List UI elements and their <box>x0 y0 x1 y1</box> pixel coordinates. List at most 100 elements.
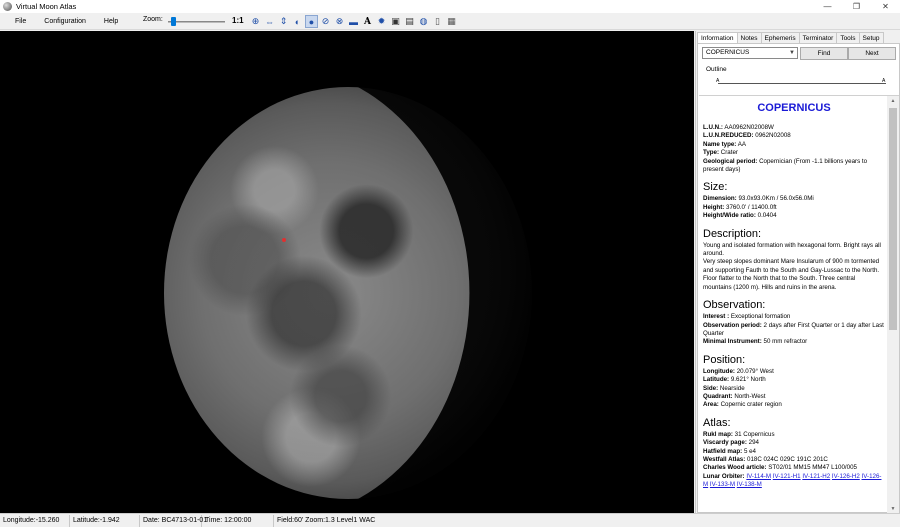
area-label: Area: <box>703 401 719 409</box>
scrollbar-thumb[interactable] <box>889 108 897 330</box>
side-value: Nearside <box>719 384 745 392</box>
name-type-value: AA <box>737 140 747 148</box>
grid-globe-icon[interactable]: ⊗ <box>333 15 346 28</box>
interest-label: Interest : <box>703 313 730 321</box>
tab-notes[interactable]: Notes <box>736 32 762 43</box>
position-heading: Position: <box>703 353 746 366</box>
calendar-icon[interactable]: ▤ <box>403 15 416 28</box>
moon-app-icon <box>3 2 12 11</box>
moon-icon[interactable]: ● <box>305 15 318 28</box>
lunar-orbiter-link[interactable]: IV-121-H1 <box>773 473 801 480</box>
latitude-label: Latitude: <box>703 376 730 384</box>
status-field-zoom: Field:60' Zoom:1.3 Level1 WAC <box>277 516 376 524</box>
window-title: Virtual Moon Atlas <box>16 2 77 11</box>
type-value: Crater <box>720 149 738 157</box>
zoom-reset-button[interactable]: 1:1 <box>232 16 244 25</box>
latitude-value: 9.621° North <box>730 376 766 384</box>
size-heading: Size: <box>703 181 728 194</box>
westfall-value: 018C 024C 029C 191C 201C <box>747 455 828 463</box>
image-icon[interactable]: ▦ <box>445 15 458 28</box>
observation-period-line: Observation period: 2 days after First Q… <box>703 322 885 339</box>
type-line: Type: Crater <box>703 149 885 157</box>
earth-icon[interactable]: ◍ <box>417 15 430 28</box>
info-scrollbar[interactable]: ▲ ▼ <box>887 96 899 513</box>
title-bar: Virtual Moon Atlas — ❐ ✕ <box>0 0 900 13</box>
menu-file[interactable]: File <box>10 18 31 25</box>
instrument-value: 50 mm refractor <box>763 338 808 346</box>
label-font-icon[interactable]: A <box>361 15 374 28</box>
moon-viewport[interactable] <box>0 31 694 513</box>
next-button[interactable]: Next <box>848 47 896 60</box>
side-line: Side: Nearside <box>703 385 885 393</box>
wood-line: Charles Wood article: ST02/01 MM15 MM47 … <box>703 464 885 472</box>
name-type-line: Name type: AA <box>703 141 885 149</box>
vertical-flip-icon[interactable]: ⇕ <box>277 15 290 28</box>
globe-phase-icon[interactable]: ◐ <box>291 15 304 28</box>
lun-value: AA0962N02008W <box>724 124 774 131</box>
longitude-label: Longitude: <box>703 367 735 375</box>
settings-gear-icon[interactable]: ✹ <box>375 15 388 28</box>
lunar-orbiter-link[interactable]: IV-126-H2 <box>832 473 860 480</box>
ratio-label: Height/Wide ratio: <box>703 212 756 220</box>
observation-heading: Observation: <box>703 299 766 312</box>
description-paragraph: Floor flatter to the North that to the S… <box>703 275 856 291</box>
viscardy-line: Viscardy page: 294 <box>703 439 885 447</box>
hatfield-line: Hatfield map: 5 e4 <box>703 448 885 456</box>
zoom-slider-thumb[interactable] <box>170 17 176 26</box>
lunar-orbiter-link[interactable]: IV-114-M <box>746 473 771 480</box>
longitude-value: 20.079° West <box>736 367 774 375</box>
height-label: Height: <box>703 203 725 211</box>
maximize-button[interactable]: ❐ <box>842 0 871 13</box>
hatfield-label: Hatfield map: <box>703 447 743 455</box>
close-button[interactable]: ✕ <box>871 0 900 13</box>
type-label: Type: <box>703 149 720 157</box>
westfall-label: Westfall Atlas: <box>703 455 746 463</box>
scroll-up-arrow-icon[interactable]: ▲ <box>887 96 899 106</box>
instrument-label: Minimal Instrument: <box>703 338 762 346</box>
tab-tools[interactable]: Tools <box>836 32 860 43</box>
info-text-area[interactable]: COPERNICUS L.U.N.: AA0962N02008W L.U.N.R… <box>699 95 899 513</box>
lunar-orbiter-link[interactable]: IV-121-H2 <box>802 473 830 480</box>
feature-title: COPERNICUS <box>757 102 831 114</box>
minimize-button[interactable]: — <box>813 0 842 13</box>
menu-help[interactable]: Help <box>99 18 123 25</box>
area-value: Copernic crater region <box>720 401 782 409</box>
lunar-orbiter-link[interactable]: IV-138-M <box>737 481 762 488</box>
find-button[interactable]: Find <box>800 47 848 60</box>
status-bar: Longitude:-15.260 Latitude:-1.942 Date: … <box>0 513 900 527</box>
height-line: Height: 3760.0' / 11400.0ft <box>703 204 885 212</box>
document-icon[interactable]: ▯ <box>431 15 444 28</box>
instrument-line: Minimal Instrument: 50 mm refractor <box>703 338 885 346</box>
status-longitude: Longitude:-15.260 <box>0 514 70 527</box>
outline-profile: Outline A A <box>702 66 898 92</box>
zoom-slider[interactable] <box>168 17 225 26</box>
scroll-down-arrow-icon[interactable]: ▼ <box>887 504 899 513</box>
wood-label: Charles Wood article: <box>703 464 767 472</box>
viscardy-label: Viscardy page: <box>703 439 747 447</box>
geological-period-line: Geological period: Copernician (From -1.… <box>703 158 885 175</box>
rukl-line: Rukl map: 31 Copernicus <box>703 431 885 439</box>
tab-setup[interactable]: Setup <box>858 32 884 43</box>
horizontal-flip-icon[interactable]: ⇔ <box>263 15 276 28</box>
toolbar-icons: ⊕ ⇔ ⇕ ◐ ● ⊘ ⊗ ▬ A ✹ ▣ ▤ ◍ ▯ ▦ <box>249 15 459 28</box>
ratio-value: 0.0404 <box>757 212 777 220</box>
menu-configuration[interactable]: Configuration <box>39 18 91 25</box>
camera-icon[interactable]: ▣ <box>389 15 402 28</box>
lunar-orbiter-label: Lunar Orbiter: <box>703 472 745 480</box>
tab-terminator[interactable]: Terminator <box>798 32 838 43</box>
dimension-value: 93.0x93.0Km / 56.0x56.0Mi <box>738 195 814 203</box>
tab-ephemeris[interactable]: Ephemeris <box>760 32 800 43</box>
height-value: 3760.0' / 11400.0ft <box>726 203 777 211</box>
target-icon[interactable]: ⊕ <box>249 15 262 28</box>
orbit-icon[interactable]: ⊘ <box>319 15 332 28</box>
zoom-label: Zoom: <box>143 16 163 23</box>
scale-bar-icon[interactable]: ▬ <box>347 15 360 28</box>
zoom-slider-track <box>168 21 225 23</box>
area-line: Area: Copernic crater region <box>703 401 885 409</box>
crater-select[interactable]: COPERNICUS ▼ <box>702 47 798 59</box>
outline-label: Outline <box>706 66 727 73</box>
lunar-orbiter-link[interactable]: IV-133-M <box>710 481 735 488</box>
name-type-label: Name type: <box>703 140 737 148</box>
app-window: Virtual Moon Atlas — ❐ ✕ File Configurat… <box>0 0 900 527</box>
description-paragraph: Very steep slopes dominant Mare Insularu… <box>703 258 880 274</box>
